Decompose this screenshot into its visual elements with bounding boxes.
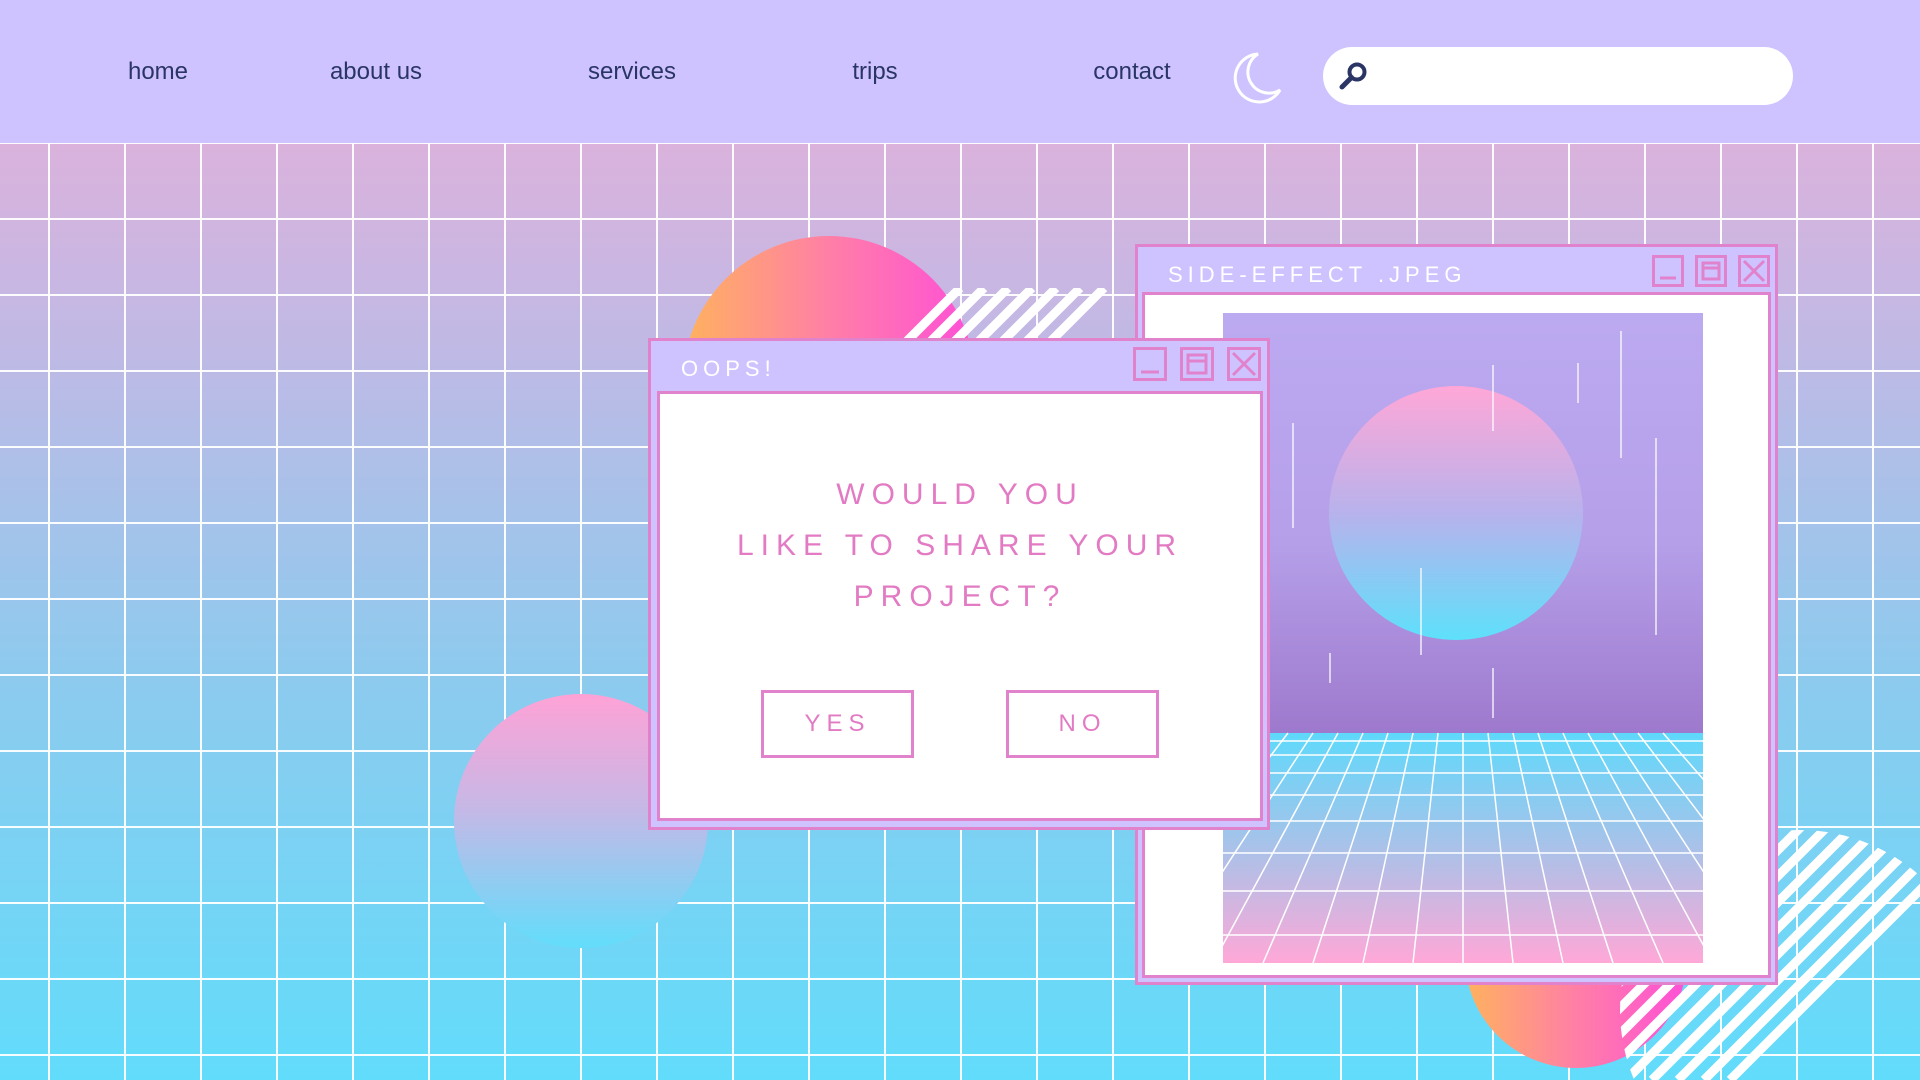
nav-link-services[interactable]: services: [588, 58, 676, 86]
image-window-maximize-button[interactable]: [1695, 255, 1727, 287]
nav-link-trips[interactable]: trips: [852, 58, 897, 86]
maximize-icon: [1186, 353, 1208, 375]
dialog-window: OOPS! WOULD YOU LIKE TO SHARE YOUR PROJE…: [648, 338, 1270, 830]
search-input[interactable]: [1381, 55, 1775, 99]
dialog-message-line: WOULD YOU: [836, 478, 1084, 511]
vaporwave-landscape-image: [1223, 313, 1703, 963]
crescent-moon-icon[interactable]: [1228, 50, 1284, 106]
dialog-body: WOULD YOU LIKE TO SHARE YOUR PROJECT? YE…: [657, 391, 1263, 821]
image-window-minimize-button[interactable]: [1652, 255, 1684, 287]
image-window-close-button[interactable]: [1738, 255, 1770, 287]
close-icon: [1742, 259, 1766, 283]
magnifier-icon[interactable]: [1337, 60, 1369, 92]
dialog-message: WOULD YOU LIKE TO SHARE YOUR PROJECT?: [660, 469, 1260, 622]
nav-link-home[interactable]: home: [128, 58, 188, 86]
dialog-minimize-button[interactable]: [1133, 347, 1167, 381]
no-button[interactable]: NO: [1006, 690, 1159, 758]
dialog-title: OOPS!: [681, 356, 776, 381]
nav-link-about-us[interactable]: about us: [330, 58, 422, 86]
search-bar[interactable]: [1323, 47, 1793, 105]
close-icon: [1231, 351, 1257, 377]
minimize-icon: [1660, 276, 1676, 280]
image-window-title: SIDE-EFFECT .JPEG: [1168, 262, 1467, 287]
minimize-icon: [1141, 370, 1159, 374]
dialog-maximize-button[interactable]: [1180, 347, 1214, 381]
dialog-message-line: PROJECT?: [853, 580, 1067, 613]
dialog-message-line: LIKE TO SHARE YOUR: [736, 529, 1184, 562]
yes-button[interactable]: YES: [761, 690, 914, 758]
dialog-close-button[interactable]: [1227, 347, 1261, 381]
maximize-icon: [1701, 261, 1721, 281]
nav-link-contact[interactable]: contact: [1093, 58, 1170, 86]
top-navbar: home about us services trips contact: [0, 0, 1920, 143]
